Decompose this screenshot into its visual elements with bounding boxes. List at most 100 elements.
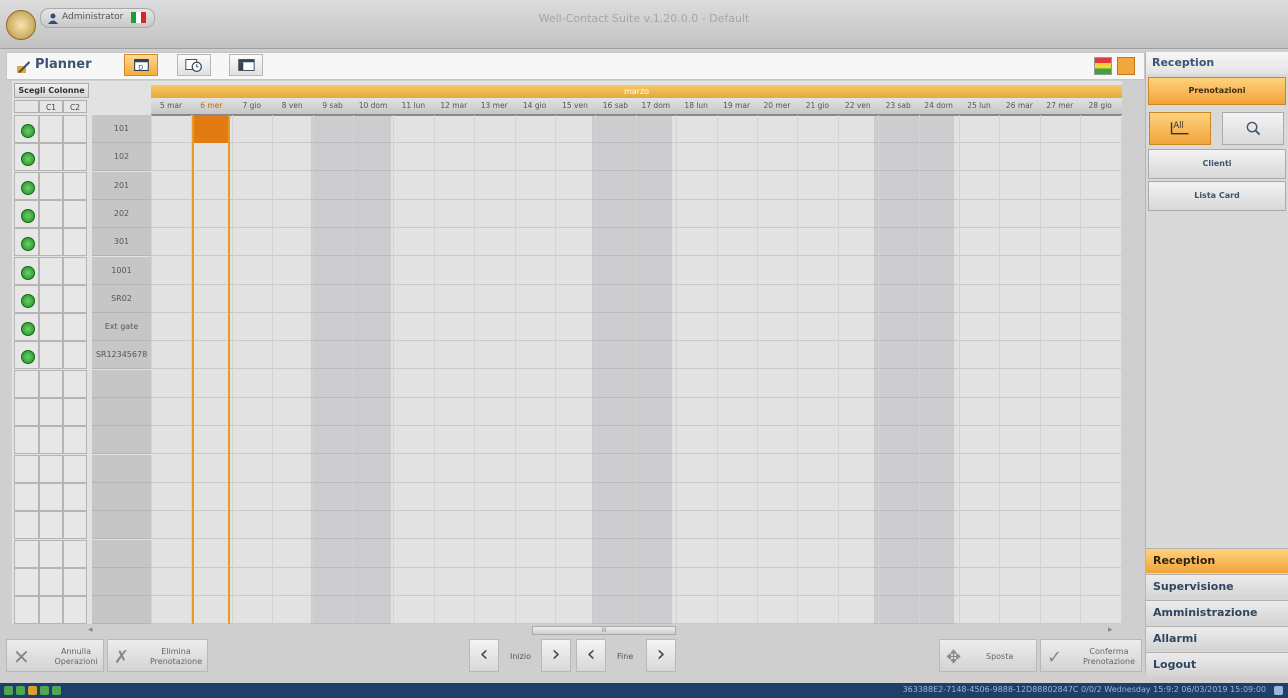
nav-logout[interactable]: Logout bbox=[1146, 652, 1288, 677]
scrollbar-thumb[interactable]: III bbox=[532, 626, 676, 635]
table-row[interactable]: 1001 bbox=[12, 256, 1122, 285]
column-header-c1[interactable]: C1 bbox=[39, 100, 63, 113]
day-header[interactable]: 20 mer bbox=[757, 101, 797, 110]
day-header[interactable]: 19 mar bbox=[717, 101, 757, 110]
room-name[interactable]: 1001 bbox=[92, 256, 151, 285]
day-header[interactable]: 9 sab bbox=[313, 101, 353, 110]
room-name[interactable] bbox=[92, 398, 151, 426]
day-header[interactable]: 18 lun bbox=[676, 101, 716, 110]
day-header[interactable]: 10 dom bbox=[353, 101, 393, 110]
nav-allarmi[interactable]: Allarmi bbox=[1146, 626, 1288, 651]
table-row[interactable]: Ext gate bbox=[12, 313, 1122, 342]
table-row[interactable]: SR02 bbox=[12, 284, 1122, 313]
table-row[interactable] bbox=[12, 482, 1122, 511]
day-gridline bbox=[514, 115, 516, 624]
all-bookings-button[interactable]: All bbox=[1149, 112, 1211, 145]
table-row[interactable] bbox=[12, 567, 1122, 596]
confirm-booking-icon: ✓ bbox=[1047, 647, 1063, 668]
color-legend-button[interactable] bbox=[1094, 57, 1112, 75]
day-header[interactable]: 16 sab bbox=[595, 101, 635, 110]
sposta-button[interactable]: ✥ Sposta bbox=[939, 639, 1037, 672]
table-row[interactable] bbox=[12, 398, 1122, 426]
table-row[interactable] bbox=[12, 539, 1122, 568]
all-bookings-icon: All bbox=[1170, 120, 1189, 135]
room-name[interactable] bbox=[92, 369, 151, 398]
view-layout-button[interactable] bbox=[229, 54, 263, 76]
table-row[interactable]: 201 bbox=[12, 171, 1122, 200]
room-name[interactable] bbox=[92, 539, 151, 568]
room-name[interactable]: 101 bbox=[92, 115, 151, 143]
table-row[interactable]: SR12345678 bbox=[12, 341, 1122, 370]
plain-mode-button[interactable] bbox=[1117, 57, 1135, 75]
lista-card-button[interactable]: Lista Card bbox=[1148, 181, 1286, 211]
selected-cell[interactable] bbox=[194, 116, 228, 143]
view-day-button[interactable]: D bbox=[124, 54, 158, 76]
room-name[interactable]: 102 bbox=[92, 143, 151, 172]
clienti-button[interactable]: Clienti bbox=[1148, 149, 1286, 179]
table-row[interactable] bbox=[12, 369, 1122, 398]
room-name[interactable] bbox=[92, 596, 151, 624]
day-header[interactable]: 17 dom bbox=[636, 101, 676, 110]
table-row[interactable]: 202 bbox=[12, 199, 1122, 228]
table-row[interactable] bbox=[12, 454, 1122, 483]
fine-next-button[interactable]: › bbox=[646, 639, 676, 672]
room-name[interactable] bbox=[92, 426, 151, 455]
day-header[interactable]: 7 gio bbox=[232, 101, 272, 110]
annulla-operazioni-button[interactable]: ✕ Annulla Operazioni bbox=[6, 639, 104, 672]
room-name[interactable]: 201 bbox=[92, 171, 151, 200]
day-header[interactable]: 22 ven bbox=[838, 101, 878, 110]
day-header[interactable]: 12 mar bbox=[434, 101, 474, 110]
day-header[interactable]: 24 dom bbox=[919, 101, 959, 110]
table-row[interactable] bbox=[12, 426, 1122, 455]
room-name[interactable]: SR12345678 bbox=[92, 341, 151, 370]
day-header[interactable]: 14 gio bbox=[515, 101, 555, 110]
status-cell bbox=[14, 454, 39, 483]
column-header-c2[interactable]: C2 bbox=[63, 100, 87, 113]
room-name[interactable]: 202 bbox=[92, 199, 151, 228]
scroll-right-icon[interactable]: ▸ bbox=[1108, 625, 1113, 635]
search-bookings-button[interactable] bbox=[1222, 112, 1284, 145]
prenotazioni-button[interactable]: Prenotazioni bbox=[1148, 77, 1286, 105]
horizontal-scrollbar[interactable]: ◂ III ▸ bbox=[88, 625, 1118, 636]
month-header: marzo bbox=[151, 85, 1122, 98]
elimina-label: Elimina Prenotazione bbox=[149, 647, 203, 666]
day-header[interactable]: 27 mer bbox=[1040, 101, 1080, 110]
day-header[interactable]: 21 gio bbox=[797, 101, 837, 110]
table-row[interactable] bbox=[12, 596, 1122, 624]
c1-cell bbox=[39, 115, 63, 143]
room-name[interactable] bbox=[92, 511, 151, 540]
view-timeline-button[interactable] bbox=[177, 54, 211, 76]
room-name[interactable] bbox=[92, 454, 151, 483]
day-header[interactable]: 8 ven bbox=[272, 101, 312, 110]
fine-prev-button[interactable]: ‹ bbox=[576, 639, 606, 672]
conferma-prenotazione-button[interactable]: ✓ Conferma Prenotazione bbox=[1040, 639, 1142, 672]
nav-reception[interactable]: Reception bbox=[1146, 548, 1288, 573]
day-header[interactable]: 13 mer bbox=[474, 101, 514, 110]
room-name[interactable] bbox=[92, 482, 151, 511]
room-name[interactable]: SR02 bbox=[92, 284, 151, 313]
day-header[interactable]: 5 mar bbox=[151, 101, 191, 110]
inizio-prev-button[interactable]: ‹ bbox=[469, 639, 499, 672]
day-header[interactable]: 23 sab bbox=[878, 101, 918, 110]
table-row[interactable]: 102 bbox=[12, 143, 1122, 172]
day-header[interactable]: 26 mar bbox=[999, 101, 1039, 110]
table-row[interactable]: 301 bbox=[12, 228, 1122, 257]
room-name[interactable]: 301 bbox=[92, 228, 151, 257]
day-header[interactable]: 6 mer bbox=[191, 101, 231, 110]
status-cell bbox=[14, 539, 39, 568]
day-header[interactable]: 25 lun bbox=[959, 101, 999, 110]
nav-supervisione[interactable]: Supervisione bbox=[1146, 574, 1288, 599]
elimina-prenotazione-button[interactable]: ✗ Elimina Prenotazione bbox=[107, 639, 208, 672]
day-header[interactable]: 15 ven bbox=[555, 101, 595, 110]
inizio-next-button[interactable]: › bbox=[541, 639, 571, 672]
table-row[interactable]: 101 bbox=[12, 115, 1122, 143]
room-name[interactable] bbox=[92, 567, 151, 596]
table-row[interactable] bbox=[12, 511, 1122, 540]
room-status-icon bbox=[21, 124, 35, 138]
room-name[interactable]: Ext gate bbox=[92, 313, 151, 342]
nav-amministrazione[interactable]: Amministrazione bbox=[1146, 600, 1288, 625]
day-header[interactable]: 11 lun bbox=[393, 101, 433, 110]
scroll-left-icon[interactable]: ◂ bbox=[88, 625, 93, 635]
day-header[interactable]: 28 gio bbox=[1080, 101, 1120, 110]
choose-columns-button[interactable]: Scegli Colonne bbox=[14, 83, 89, 98]
